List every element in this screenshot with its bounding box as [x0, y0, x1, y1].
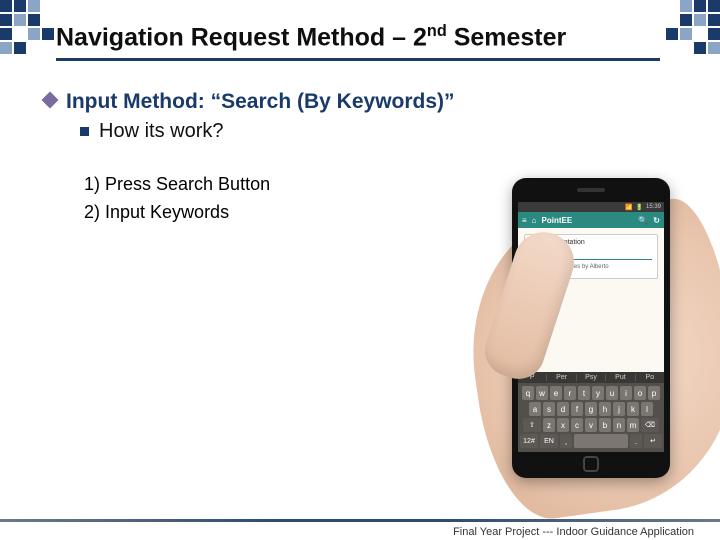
- corner-deco-left: [0, 0, 54, 54]
- key-t[interactable]: t: [578, 386, 590, 400]
- key-l[interactable]: l: [641, 402, 653, 416]
- key-↵[interactable]: ↵: [644, 434, 662, 448]
- suggestion[interactable]: Per: [547, 374, 576, 381]
- key-k[interactable]: k: [627, 402, 639, 416]
- suggestion[interactable]: Put: [606, 374, 635, 381]
- title-sup: nd: [427, 22, 447, 40]
- home-button[interactable]: [583, 456, 599, 472]
- key-z[interactable]: z: [543, 418, 555, 432]
- key-r[interactable]: r: [564, 386, 576, 400]
- key-y[interactable]: y: [592, 386, 604, 400]
- key-u[interactable]: u: [606, 386, 618, 400]
- phone-in-hand-illustration: 📶 🔋 15:39 ≡ ⌂ PointEE 🔍 ↻ FYP Presentati…: [484, 170, 694, 500]
- bullet1-text: Input Method: “Search (By Keywords)”: [66, 90, 455, 113]
- status-time: 15:39: [646, 204, 661, 210]
- key-j[interactable]: j: [613, 402, 625, 416]
- battery-icon: 🔋: [636, 204, 643, 211]
- key-d[interactable]: d: [557, 402, 569, 416]
- soft-keyboard: P Per Psy Put Po qwertyuiop asdfghjkl ⇧z…: [518, 372, 664, 452]
- app-bar: ≡ ⌂ PointEE 🔍 ↻: [518, 212, 664, 228]
- slide-title: Navigation Request Method – 2nd Semester: [56, 22, 660, 61]
- footer-divider: [0, 519, 720, 522]
- diamond-bullet-icon: [42, 92, 59, 109]
- key-[interactable]: [574, 434, 628, 448]
- key-.[interactable]: .: [630, 434, 642, 448]
- key-h[interactable]: h: [599, 402, 611, 416]
- key-EN[interactable]: EN: [540, 434, 558, 448]
- wifi-icon: 📶: [625, 204, 632, 211]
- title-post: Semester: [447, 23, 567, 51]
- key-row-2: asdfghjkl: [520, 402, 662, 416]
- key-row-1: qwertyuiop: [520, 386, 662, 400]
- key-q[interactable]: q: [522, 386, 534, 400]
- key-v[interactable]: v: [585, 418, 597, 432]
- title-pre: Navigation Request Method – 2: [56, 23, 427, 51]
- corner-deco-right: [666, 0, 720, 54]
- app-title: PointEE: [542, 216, 573, 225]
- key-c[interactable]: c: [571, 418, 583, 432]
- key-b[interactable]: b: [599, 418, 611, 432]
- bullet-level-1: Input Method: “Search (By Keywords)”: [44, 90, 680, 114]
- key-g[interactable]: g: [585, 402, 597, 416]
- key-f[interactable]: f: [571, 402, 583, 416]
- square-bullet-icon: [80, 127, 89, 136]
- suggestion-row: P Per Psy Put Po: [518, 372, 664, 383]
- key-m[interactable]: m: [627, 418, 639, 432]
- key-,[interactable]: ,: [560, 434, 572, 448]
- suggestion[interactable]: Psy: [577, 374, 606, 381]
- key-12#[interactable]: 12#: [520, 434, 538, 448]
- key-a[interactable]: a: [529, 402, 541, 416]
- key-w[interactable]: w: [536, 386, 548, 400]
- refresh-icon[interactable]: ↻: [653, 216, 660, 225]
- bullet-level-2: How its work?: [80, 120, 680, 143]
- home-icon[interactable]: ⌂: [532, 216, 537, 225]
- key-⇧[interactable]: ⇧: [523, 418, 541, 432]
- key-i[interactable]: i: [620, 386, 632, 400]
- key-⌫[interactable]: ⌫: [641, 418, 659, 432]
- key-p[interactable]: p: [648, 386, 660, 400]
- key-row-3: ⇧zxcvbnm⌫: [520, 418, 662, 432]
- phone-speaker: [577, 188, 605, 192]
- menu-icon[interactable]: ≡: [522, 216, 527, 225]
- key-row-4: 12#EN, .↵: [520, 434, 662, 448]
- footer-text: Final Year Project --- Indoor Guidance A…: [453, 526, 694, 538]
- key-e[interactable]: e: [550, 386, 562, 400]
- key-x[interactable]: x: [557, 418, 569, 432]
- search-icon[interactable]: 🔍: [638, 216, 648, 225]
- bullet2-text: How its work?: [99, 120, 223, 142]
- key-o[interactable]: o: [634, 386, 646, 400]
- key-n[interactable]: n: [613, 418, 625, 432]
- key-s[interactable]: s: [543, 402, 555, 416]
- suggestion[interactable]: Po: [636, 374, 664, 381]
- status-bar: 📶 🔋 15:39: [518, 202, 664, 212]
